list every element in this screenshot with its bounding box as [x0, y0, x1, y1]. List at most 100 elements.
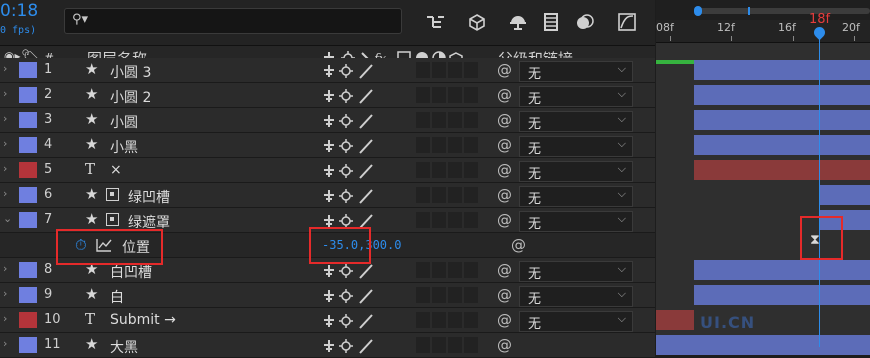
layer-switch-icons[interactable] [322, 62, 377, 80]
layer-search-input[interactable]: ⚲▾ [64, 8, 402, 34]
label-color-swatch[interactable] [19, 137, 37, 153]
parent-dropdown[interactable]: 无 ⌵ [519, 136, 633, 157]
layer-switch-boxes[interactable] [416, 112, 480, 131]
expand-toggle-icon[interactable]: › [3, 262, 7, 275]
navigator-start-handle[interactable] [694, 6, 702, 16]
pick-whip-icon[interactable]: @ [497, 261, 512, 279]
label-color-swatch[interactable] [19, 62, 37, 78]
expand-toggle-icon[interactable]: › [3, 187, 7, 200]
layer-switch-icons[interactable] [322, 137, 377, 155]
layer-row[interactable]: › 11 ★ 大黑 @ [0, 333, 655, 358]
label-color-swatch[interactable] [19, 87, 37, 103]
pick-whip-icon[interactable]: @ [497, 161, 512, 179]
draft-3d-icon[interactable] [466, 11, 488, 33]
pick-whip-icon[interactable]: @ [497, 136, 512, 154]
layer-switch-icons[interactable] [322, 312, 377, 330]
layer-switch-icons[interactable] [322, 262, 377, 280]
motion-blur-icon[interactable] [574, 11, 596, 33]
parent-dropdown[interactable]: 无 ⌵ [519, 311, 633, 332]
layer-name[interactable]: 小黑 [110, 137, 138, 157]
layer-switch-boxes[interactable] [416, 137, 480, 156]
pick-whip-icon[interactable]: @ [497, 211, 512, 229]
parent-dropdown[interactable]: 无 ⌵ [519, 286, 633, 307]
parent-dropdown[interactable]: 无 ⌵ [519, 211, 633, 232]
layer-name[interactable]: 大黑 [110, 337, 138, 357]
property-pick-whip-icon[interactable]: @ [511, 236, 526, 254]
layer-name[interactable]: × [110, 162, 122, 178]
time-ruler[interactable]: 08f 12f 16f 20f [656, 20, 870, 43]
layer-switch-icons[interactable] [322, 87, 377, 105]
label-color-swatch[interactable] [19, 337, 37, 353]
layer-switch-boxes[interactable] [416, 312, 480, 331]
layer-row[interactable]: › 2 ★ 小圆 2 @ 无 ⌵ [0, 83, 655, 108]
layer-row[interactable]: › 6 ★ 绿凹槽 @ 无 ⌵ [0, 183, 655, 208]
frame-blending-icon[interactable] [540, 11, 562, 33]
label-color-swatch[interactable] [19, 162, 37, 178]
current-timecode[interactable]: 0:18 [0, 1, 38, 21]
layer-row[interactable]: › 3 ★ 小圆 @ 无 ⌵ [0, 108, 655, 133]
layer-row[interactable]: › 9 ★ 白 @ 无 ⌵ [0, 283, 655, 308]
layer-duration-bar[interactable] [694, 260, 870, 280]
pick-whip-icon[interactable]: @ [497, 286, 512, 304]
layer-duration-bar[interactable] [694, 110, 870, 130]
expand-toggle-icon[interactable]: › [3, 337, 7, 350]
layer-switch-icons[interactable] [322, 287, 377, 305]
layer-duration-bar[interactable] [694, 135, 870, 155]
expand-toggle-icon[interactable]: › [3, 312, 7, 325]
layer-row[interactable]: › 5 T × @ 无 ⌵ [0, 158, 655, 183]
parent-dropdown[interactable]: 无 ⌵ [519, 111, 633, 132]
layer-name[interactable]: 小圆 3 [110, 62, 151, 82]
pick-whip-icon[interactable]: @ [497, 336, 512, 354]
layer-switch-boxes[interactable] [416, 187, 480, 206]
layer-switch-boxes[interactable] [416, 162, 480, 181]
layer-name[interactable]: 小圆 2 [110, 87, 151, 107]
layer-switch-icons[interactable] [322, 187, 377, 205]
layer-row[interactable]: › 10 T Submit → @ 无 ⌵ [0, 308, 655, 333]
layer-switch-boxes[interactable] [416, 212, 480, 231]
timeline-panel[interactable]: 08f 12f 16f 20f 18f ⧗ [656, 0, 870, 355]
layer-switch-boxes[interactable] [416, 62, 480, 81]
label-color-swatch[interactable] [19, 187, 37, 203]
shy-layers-icon[interactable] [507, 11, 529, 33]
pick-whip-icon[interactable]: @ [497, 111, 512, 129]
pick-whip-icon[interactable]: @ [497, 311, 512, 329]
graph-editor-icon[interactable] [616, 11, 638, 33]
pick-whip-icon[interactable]: @ [497, 61, 512, 79]
expand-toggle-icon[interactable]: › [3, 287, 7, 300]
label-color-swatch[interactable] [19, 262, 37, 278]
expand-toggle-icon[interactable]: › [3, 162, 7, 175]
parent-dropdown[interactable]: 无 ⌵ [519, 261, 633, 282]
time-navigator[interactable] [656, 0, 870, 20]
parent-dropdown[interactable]: 无 ⌵ [519, 186, 633, 207]
layer-name[interactable]: 小圆 [110, 112, 138, 132]
layer-switch-icons[interactable] [322, 337, 377, 355]
layer-name[interactable]: 绿凹槽 [128, 187, 170, 207]
layer-duration-bar[interactable] [656, 310, 694, 330]
layer-switch-icons[interactable] [322, 112, 377, 130]
layer-switch-boxes[interactable] [416, 87, 480, 106]
time-navigator-range[interactable] [696, 8, 870, 14]
layer-switch-boxes[interactable] [416, 262, 480, 281]
composition-flowchart-icon[interactable] [424, 11, 446, 33]
layer-duration-bar[interactable] [694, 160, 870, 180]
layer-duration-bar[interactable] [694, 85, 870, 105]
layer-switch-boxes[interactable] [416, 287, 480, 306]
layer-name[interactable]: 白 [110, 287, 124, 307]
layer-name[interactable]: Submit → [110, 312, 176, 328]
label-color-swatch[interactable] [19, 212, 37, 228]
label-color-swatch[interactable] [19, 312, 37, 328]
layer-row[interactable]: › 1 ★ 小圆 3 @ 无 ⌵ [0, 58, 655, 83]
label-color-swatch[interactable] [19, 112, 37, 128]
expand-toggle-icon[interactable]: › [3, 62, 7, 75]
layer-row[interactable]: › 4 ★ 小黑 @ 无 ⌵ [0, 133, 655, 158]
layer-duration-bar[interactable] [694, 285, 870, 305]
layer-duration-bar[interactable] [656, 335, 870, 355]
expand-toggle-icon[interactable]: › [3, 112, 7, 125]
expand-toggle-icon[interactable]: › [3, 137, 7, 150]
layer-duration-bar[interactable] [694, 60, 870, 80]
parent-dropdown[interactable]: 无 ⌵ [519, 161, 633, 182]
pick-whip-icon[interactable]: @ [497, 86, 512, 104]
expand-toggle-icon[interactable]: ⌄ [3, 212, 12, 225]
expand-toggle-icon[interactable]: › [3, 87, 7, 100]
layer-name[interactable]: 白凹槽 [110, 262, 152, 282]
